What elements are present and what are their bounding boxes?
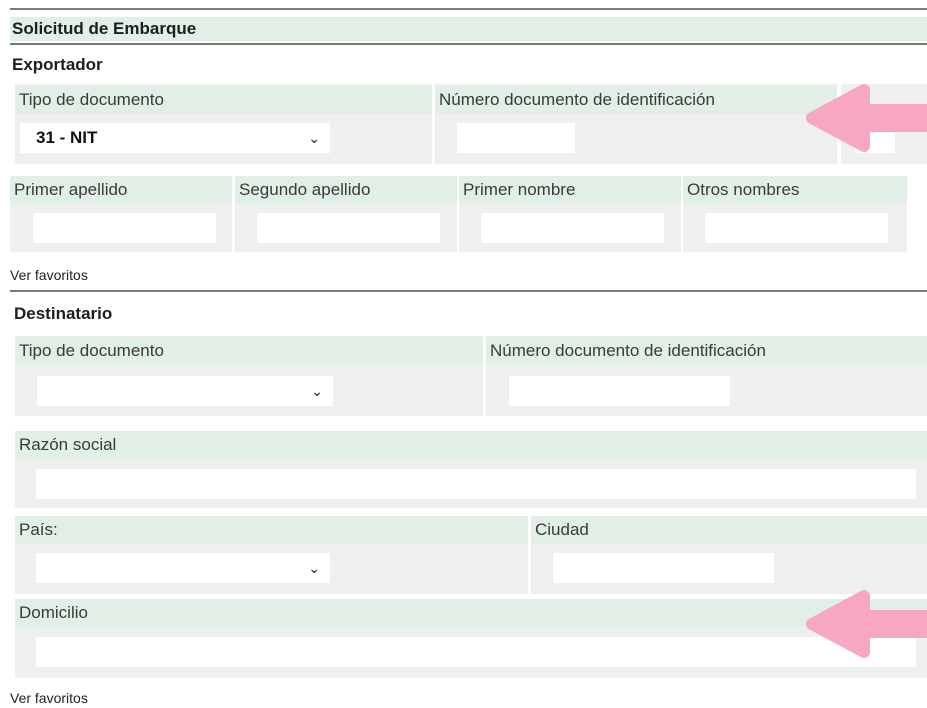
pais-select[interactable]: ⌄ <box>36 553 330 583</box>
exportador-title: Exportador <box>12 55 103 74</box>
title-rule <box>10 43 927 45</box>
form-title: Solicitud de Embarque <box>12 19 197 38</box>
arrow-left-icon <box>806 84 927 152</box>
chevron-down-icon: ⌄ <box>308 560 320 576</box>
destinatario-rule <box>10 290 927 292</box>
arrow-left-icon <box>806 590 927 658</box>
otros-nombres-input[interactable] <box>705 213 888 243</box>
primer-nombre-label: Primer nombre <box>459 176 681 204</box>
exportador-ver-favoritos-link[interactable]: Ver favoritos <box>10 267 88 283</box>
pais-label: País: <box>15 516 528 544</box>
ciudad-label: Ciudad <box>531 516 927 544</box>
domicilio-input[interactable] <box>36 637 916 667</box>
ciudad-input[interactable] <box>553 553 774 583</box>
top-rule <box>10 8 927 10</box>
exportador-tipo-documento-select[interactable]: 31 - NIT ⌄ <box>20 123 330 153</box>
destinatario-numero-documento-input[interactable] <box>509 376 730 406</box>
segundo-apellido-label: Segundo apellido <box>235 176 457 204</box>
destinatario-ver-favoritos-link[interactable]: Ver favoritos <box>10 690 88 706</box>
exportador-tipo-documento-value: 31 - NIT <box>36 128 98 147</box>
chevron-down-icon: ⌄ <box>308 130 320 146</box>
primer-apellido-input[interactable] <box>33 213 216 243</box>
razon-social-input[interactable] <box>36 469 916 499</box>
primer-nombre-input[interactable] <box>481 213 664 243</box>
segundo-apellido-input[interactable] <box>257 213 440 243</box>
exportador-tipo-documento-label: Tipo de documento <box>15 86 432 114</box>
destinatario-tipo-documento-select[interactable]: ⌄ <box>37 376 333 406</box>
domicilio-label: Domicilio <box>15 599 927 627</box>
destinatario-title: Destinatario <box>14 304 113 323</box>
exportador-numero-documento-input[interactable] <box>457 123 575 153</box>
exportador-numero-documento-label: Número documento de identificación <box>435 86 837 114</box>
destinatario-tipo-documento-label: Tipo de documento <box>15 337 483 365</box>
destinatario-numero-documento-label: Número documento de identificación <box>486 337 927 365</box>
otros-nombres-label: Otros nombres <box>683 176 907 204</box>
razon-social-label: Razón social <box>15 431 927 459</box>
chevron-down-icon: ⌄ <box>311 383 323 399</box>
primer-apellido-label: Primer apellido <box>10 176 232 204</box>
